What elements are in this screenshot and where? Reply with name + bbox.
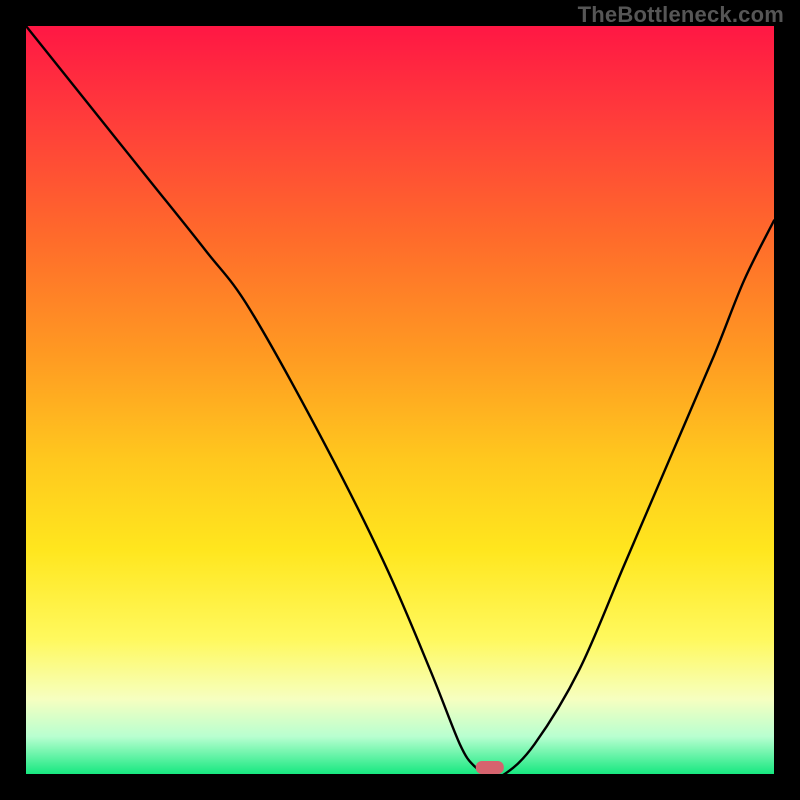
- gradient-background: [26, 26, 774, 774]
- minimum-marker: [476, 761, 504, 774]
- watermark-text: TheBottleneck.com: [578, 2, 784, 28]
- chart-frame: TheBottleneck.com: [0, 0, 800, 800]
- bottleneck-chart: [26, 26, 774, 774]
